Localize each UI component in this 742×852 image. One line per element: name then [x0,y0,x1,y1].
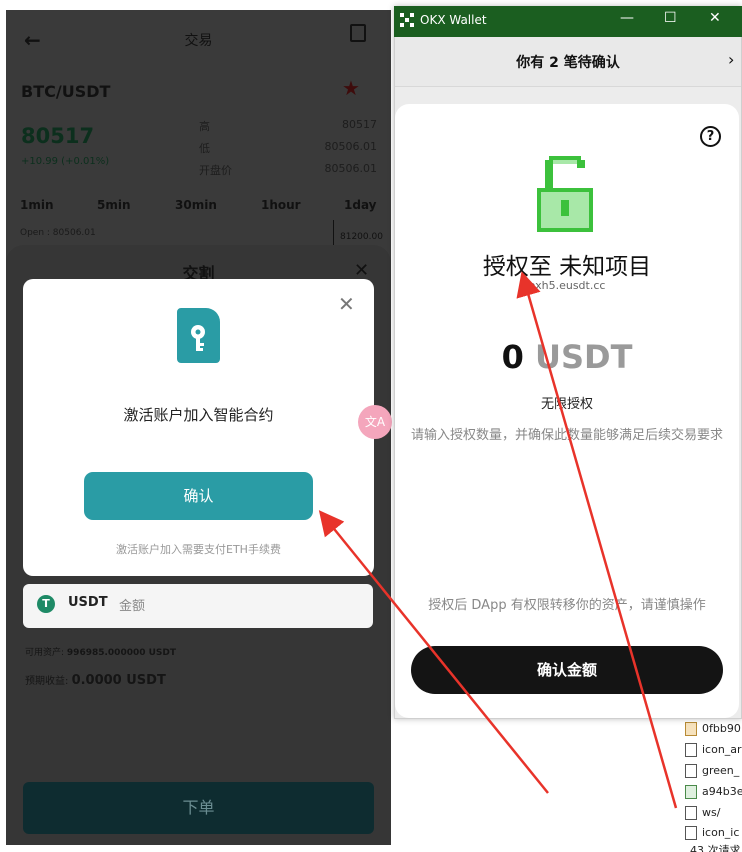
file-icon [685,806,697,820]
confirm-button[interactable]: 确认 [84,472,313,520]
file-name: green_ [702,764,740,777]
available-assets: 可用资产: 996985.000000 USDT [25,645,176,658]
expected-value: 0.0000 USDT [71,673,166,688]
expected-label: 预期收益: [25,676,69,687]
file-name: ws/ [702,806,721,819]
file-item[interactable]: 0fbb90 [685,722,741,736]
file-icon [685,764,697,778]
confirm-amount-button[interactable]: 确认金额 [411,646,723,694]
stat-label-low: 低 [199,142,210,155]
trading-pair: BTC/USDT [21,82,111,101]
okx-logo-icon [400,13,414,27]
stat-label-high: 高 [199,120,210,133]
sheet-close-icon[interactable]: ✕ [354,260,369,281]
key-icon [191,325,205,351]
price-change: +10.99 (+0.01%) [21,156,110,167]
amount-unit: USDT [534,338,633,376]
close-window-icon[interactable]: ✕ [709,10,721,26]
document-icon[interactable] [350,24,366,42]
file-item[interactable]: green_ [685,764,739,778]
pending-text[interactable]: 你有 2 笔待确认 [395,52,741,72]
request-count: 43 次请求 [690,844,741,852]
minimize-icon[interactable]: — [620,10,634,26]
file-name: icon_ic [702,826,740,839]
file-item[interactable]: icon_ar [685,743,742,757]
unlimited-approval-link[interactable]: 无限授权 [395,393,739,412]
chevron-right-icon[interactable]: › [728,50,734,69]
place-order-button[interactable]: 下单 [23,782,374,834]
favorite-star-icon[interactable]: ★ [342,76,360,100]
maximize-icon[interactable]: ☐ [664,10,677,26]
window-title: OKX Wallet [420,13,487,27]
open-label: Open : 80506.01 [20,228,96,238]
available-label: 可用资产: [25,648,65,658]
tab-30min[interactable]: 30min [175,198,217,212]
amount-number: 0 [501,338,524,376]
file-name: icon_ar [702,743,742,756]
page-title: 交易 [184,33,213,49]
usdt-icon: T [37,595,55,613]
translate-icon[interactable]: 文A [358,405,392,439]
stat-label-open: 开盘价 [199,164,232,177]
dapp-site: exh5.eusdt.cc [528,279,606,292]
tab-1min[interactable]: 1min [20,198,54,212]
file-icon [685,743,697,757]
authorization-title: 授权至 未知项目 [482,254,652,280]
file-icon [685,722,697,736]
approval-amount: 0 USDT [395,338,739,376]
file-icon [685,785,697,799]
amount-placeholder[interactable]: 金额 [119,595,145,614]
tab-1day[interactable]: 1day [344,198,377,212]
stat-value-open: 80506.01 [324,162,378,175]
file-item[interactable]: a94b3e [685,785,742,799]
file-icon [685,826,697,840]
file-item[interactable]: ws/ [685,806,720,820]
pixel-lock-icon [537,156,593,232]
file-name: a94b3e [702,785,742,798]
chart-value: 81200.00 [340,232,383,242]
tab-1hour[interactable]: 1hour [261,198,301,212]
help-icon[interactable]: ? [700,126,721,147]
amount-hint: 请输入授权数量，并确保此数量能够满足后续交易要求 [411,428,724,443]
file-item[interactable]: icon_ic [685,826,739,840]
modal-message: 激活账户加入智能合约 [123,406,274,424]
modal-close-icon[interactable]: ✕ [338,294,355,314]
stat-value-high: 80517 [342,118,377,131]
available-value: 996985.000000 USDT [66,648,177,658]
file-name: 0fbb90 [702,722,741,735]
stat-value-low: 80506.01 [324,140,378,153]
current-price: 80517 [21,124,95,148]
risk-warning: 授权后 DApp 有权限转移你的资产，请谨慎操作 [428,598,706,613]
tab-5min[interactable]: 5min [97,198,131,212]
amount-unit: USDT [68,595,108,610]
modal-fee-note: 激活账户加入需要支付ETH手续费 [116,543,281,556]
expected-return: 预期收益: 0.0000 USDT [25,672,166,688]
